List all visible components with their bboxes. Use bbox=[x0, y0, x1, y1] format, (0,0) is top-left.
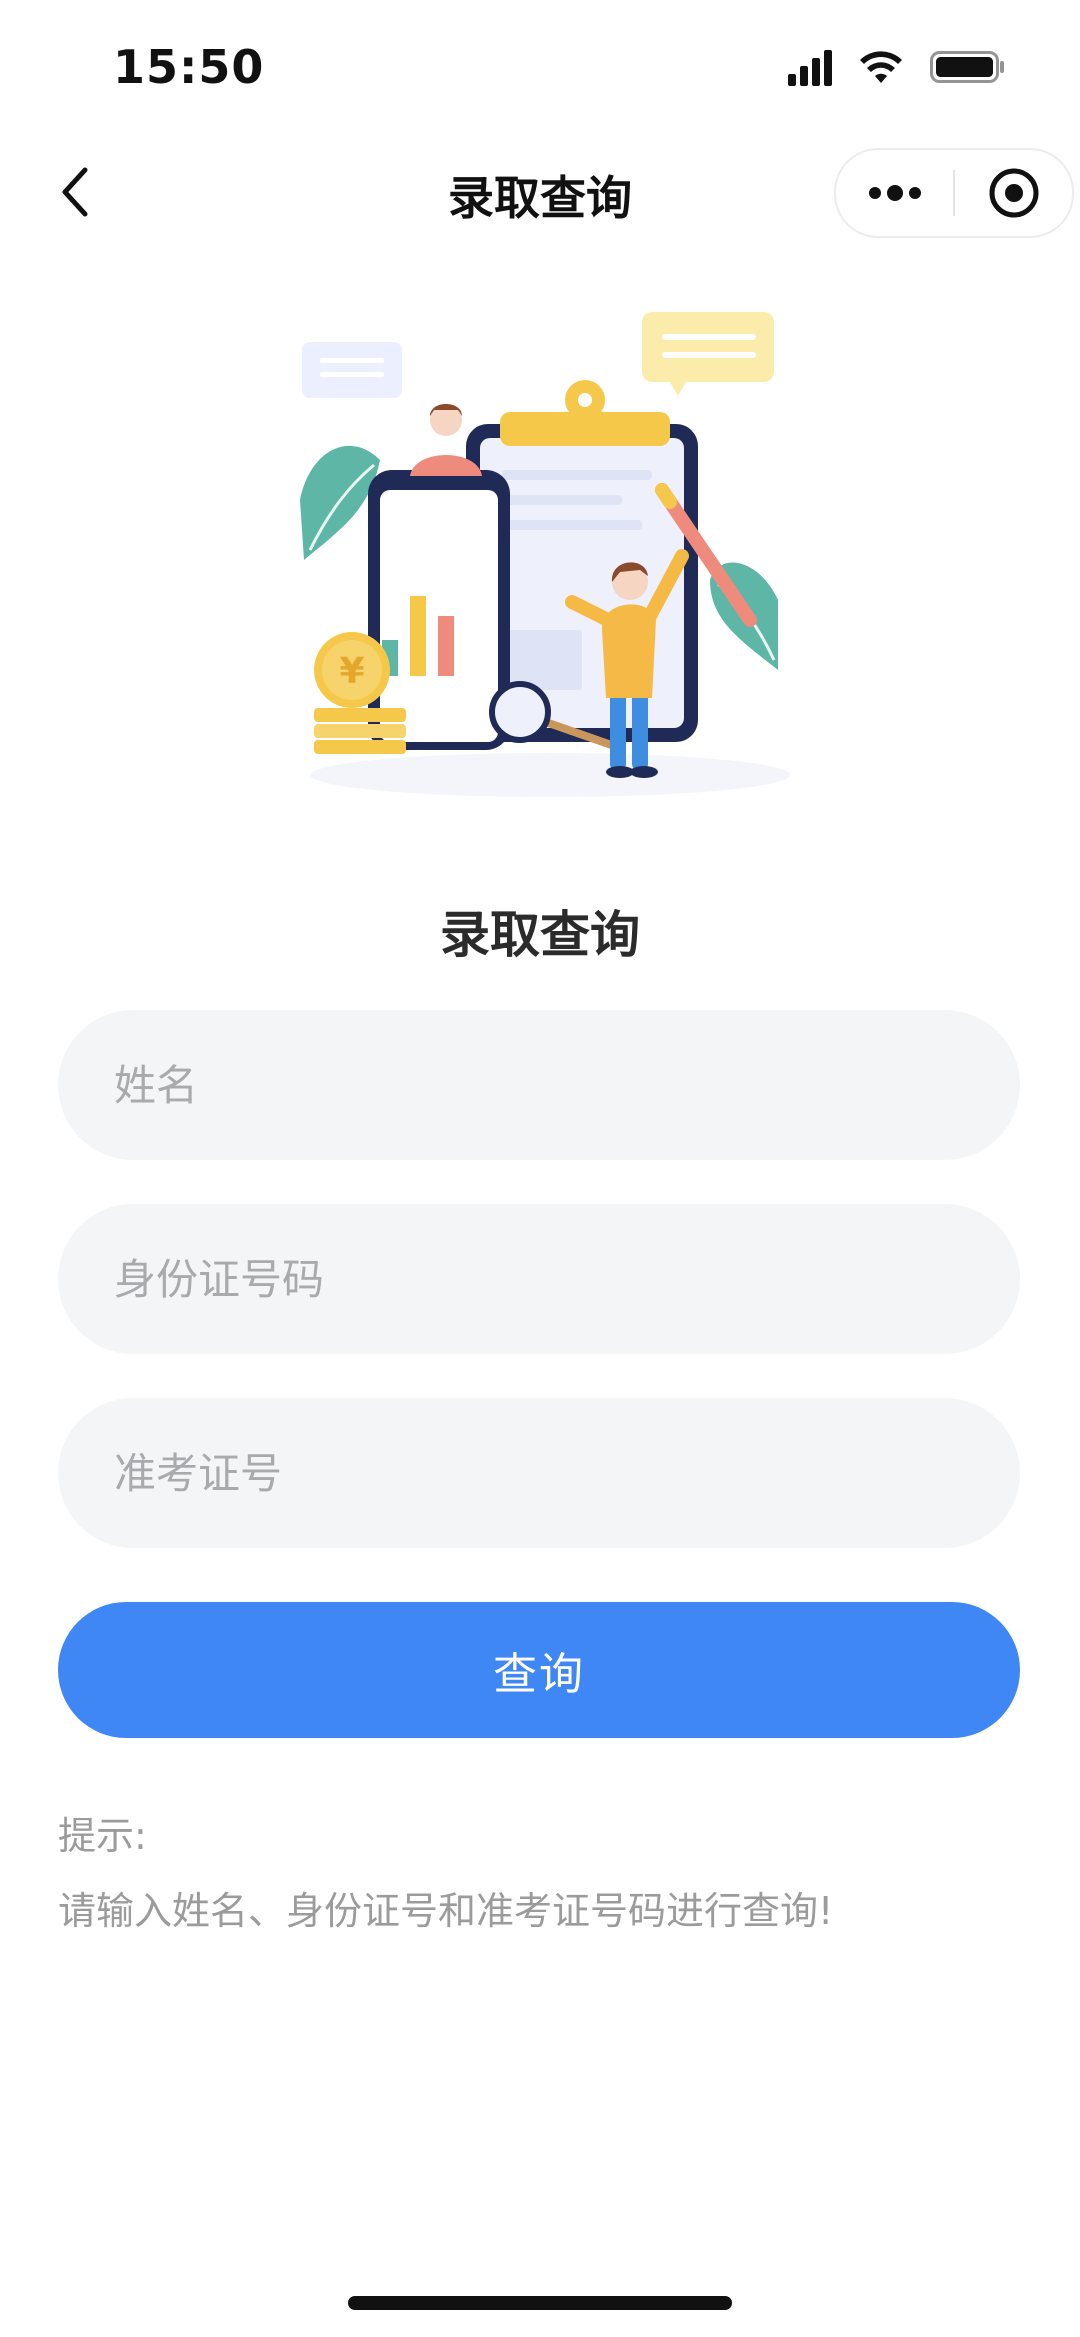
status-time: 15:50 bbox=[113, 40, 265, 94]
cellular-signal-icon bbox=[788, 48, 832, 86]
exam-number-field bbox=[58, 1398, 1020, 1548]
name-input[interactable] bbox=[58, 1010, 1020, 1160]
speech-bubble-left bbox=[302, 342, 402, 398]
status-icons bbox=[788, 48, 1006, 86]
mini-program-capsule bbox=[834, 148, 1074, 238]
home-indicator[interactable] bbox=[348, 2296, 732, 2310]
hint-title: 提示: bbox=[58, 1814, 147, 1858]
form-title: 录取查询 bbox=[440, 906, 640, 964]
name-field bbox=[58, 1010, 1020, 1160]
speech-bubble-right bbox=[642, 312, 774, 396]
hint-text: 请输入姓名、身份证号和准考证号码进行查询! bbox=[58, 1889, 834, 1933]
target-circle-icon bbox=[989, 168, 1038, 218]
clipboard-phone-illustration: ¥ bbox=[300, 312, 790, 797]
close-mini-program-button[interactable] bbox=[955, 150, 1072, 236]
coin-symbol: ¥ bbox=[339, 651, 364, 692]
wifi-icon bbox=[860, 51, 902, 83]
exam-number-input[interactable] bbox=[58, 1398, 1020, 1548]
query-button[interactable]: 查询 bbox=[58, 1602, 1020, 1738]
battery-icon bbox=[930, 51, 1004, 83]
status-bar: 15:50 bbox=[0, 0, 1080, 140]
navigation-bar: 录取查询 bbox=[0, 140, 1080, 240]
more-button[interactable] bbox=[836, 150, 953, 236]
id-number-field bbox=[58, 1204, 1020, 1354]
id-number-input[interactable] bbox=[58, 1204, 1020, 1354]
more-dots-icon bbox=[868, 185, 921, 201]
